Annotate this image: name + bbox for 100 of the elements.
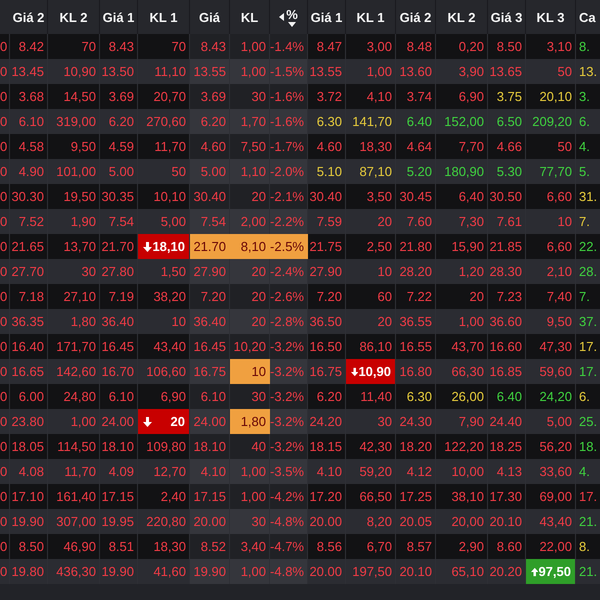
table-cell: 7,70	[436, 134, 488, 159]
table-cell: 8.51	[100, 534, 138, 559]
sort-down-icon[interactable]	[288, 22, 296, 27]
column-header[interactable]: KL 2	[448, 10, 476, 24]
table-cell: 7.23	[488, 284, 526, 309]
table-cell: 13,70	[48, 234, 100, 259]
table-cell: 21.70	[100, 234, 138, 259]
table-cell: 20	[230, 309, 270, 334]
down-arrow-icon	[351, 366, 358, 376]
table-cell: 0	[0, 34, 10, 59]
column-header[interactable]: KL 2	[60, 10, 88, 24]
table-cell: 20.10	[488, 509, 526, 534]
table-cell: 4.66	[488, 134, 526, 159]
table-cell: 16.65	[10, 359, 48, 384]
column-header[interactable]: Giá 2	[400, 10, 432, 24]
caret-left-icon[interactable]	[279, 13, 284, 21]
table-cell: 18.15	[308, 434, 346, 459]
column-header[interactable]: KL 3	[536, 10, 564, 24]
table-cell: 24.40	[488, 409, 526, 434]
table-cell: 30	[230, 384, 270, 409]
table-cell: 59,20	[346, 459, 396, 484]
column-header[interactable]: Ca	[579, 10, 596, 24]
table-cell: 209,20	[526, 109, 576, 134]
column-header[interactable]: KL	[240, 10, 258, 24]
table-cell: 3,10	[526, 34, 576, 59]
table-cell: 106,60	[138, 359, 190, 384]
cell-value: 18,10	[152, 239, 185, 254]
table-cell: 171,70	[48, 334, 100, 359]
table-cell: 6.40	[396, 109, 436, 134]
table-cell: -1.4%	[270, 34, 308, 59]
table-cell: 5.10	[308, 159, 346, 184]
table-cell: 6.30	[308, 109, 346, 134]
cell-value: 10,90	[358, 364, 391, 379]
table-cell: 18.25	[488, 434, 526, 459]
table-cell: 7.52	[10, 209, 48, 234]
table-cell: 7.54	[100, 209, 138, 234]
table-cell: 6.20	[308, 384, 346, 409]
table-cell: 86,10	[346, 334, 396, 359]
table-cell: 20	[230, 184, 270, 209]
table-cell: 21.	[576, 559, 600, 584]
table-cell: 3.68	[10, 84, 48, 109]
table-cell: 20.20	[488, 559, 526, 584]
table-cell: 66,30	[436, 359, 488, 384]
table-cell: 16.70	[100, 359, 138, 384]
table-cell: 17.15	[100, 484, 138, 509]
table-cell: 0	[0, 484, 10, 509]
column-header[interactable]: Giá 1	[102, 10, 134, 24]
table-cell: 4.10	[190, 459, 230, 484]
table-cell: 11,40	[346, 384, 396, 409]
column-header[interactable]: Giá 2	[12, 10, 44, 24]
table-cell: 21.	[576, 509, 600, 534]
down-arrow-icon	[143, 242, 152, 252]
table-cell: 4.12	[396, 459, 436, 484]
table-cell: 13.50	[100, 59, 138, 84]
column-header[interactable]: Giá 3	[490, 10, 522, 24]
column-header[interactable]: Giá 1	[310, 10, 342, 24]
table-cell: 7.59	[308, 209, 346, 234]
table-cell: 6.30	[396, 384, 436, 409]
table-cell: 20	[230, 259, 270, 284]
table-cell: 46,90	[48, 534, 100, 559]
column-header[interactable]: KL 1	[150, 10, 178, 24]
table-cell: 17.15	[190, 484, 230, 509]
table-cell: 30.40	[308, 184, 346, 209]
table-cell: -1.6%	[270, 84, 308, 109]
table-cell: 6.	[576, 384, 600, 409]
table-cell: 18,30	[138, 534, 190, 559]
table-cell: 114,50	[48, 434, 100, 459]
table-cell: 0	[0, 184, 10, 209]
column-header[interactable]: Giá	[199, 10, 220, 24]
table-cell: 1,00	[436, 309, 488, 334]
table-cell: 24.00	[190, 409, 230, 434]
table-cell: 41,60	[138, 559, 190, 584]
table-cell: 22,00	[526, 534, 576, 559]
table-cell: 37.	[576, 309, 600, 334]
table-cell: 0	[0, 209, 10, 234]
table-cell: 4.	[576, 459, 600, 484]
table-cell: 7,40	[526, 284, 576, 309]
table-cell: 6.20	[190, 109, 230, 134]
column-header[interactable]: KL 1	[356, 10, 384, 24]
table-cell: 16.45	[100, 334, 138, 359]
column-header[interactable]: %	[286, 7, 298, 22]
table-cell: 30	[346, 409, 396, 434]
table-cell: 2,00	[230, 209, 270, 234]
table-cell: 141,70	[346, 109, 396, 134]
table-cell: 3.72	[308, 84, 346, 109]
table-cell: 13.55	[190, 59, 230, 84]
table-cell: 6.10	[190, 384, 230, 409]
table-cell: 13.60	[396, 59, 436, 84]
table-cell: 319,00	[48, 109, 100, 134]
table-cell: 11,70	[48, 459, 100, 484]
table-cell: 3.74	[396, 84, 436, 109]
table-cell: 36.50	[308, 309, 346, 334]
table-cell: 15,90	[436, 234, 488, 259]
table-cell: 6,70	[346, 534, 396, 559]
table-cell: 8.43	[100, 34, 138, 59]
table-cell: 43,40	[526, 509, 576, 534]
table-cell: 30	[230, 84, 270, 109]
table-cell: 0	[0, 559, 10, 584]
table-cell: 60	[346, 284, 396, 309]
table-cell: 16.75	[190, 359, 230, 384]
